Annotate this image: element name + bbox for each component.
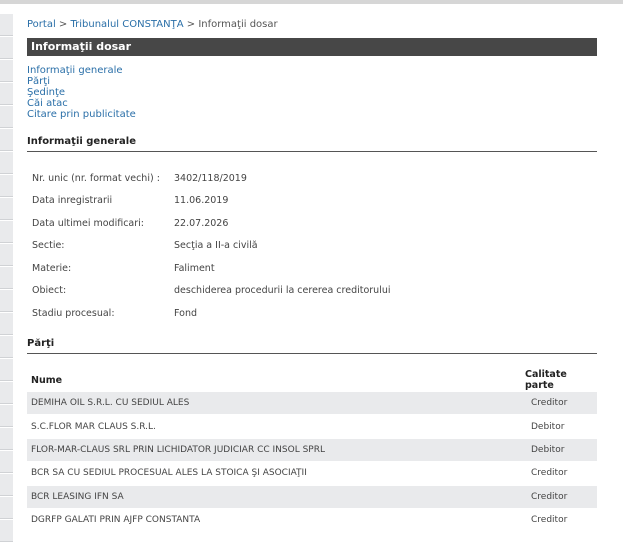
breadcrumb-court-link[interactable]: Tribunalul CONSTANŢA	[71, 19, 184, 30]
nav-link-sedinte[interactable]: Şedinţe	[27, 87, 136, 98]
info-label: Data inregistrarii	[32, 195, 113, 206]
info-value: 3402/118/2019	[174, 173, 247, 184]
breadcrumb-separator: >	[58, 19, 68, 30]
party-name: DGRFP GALATI PRIN AJFP CONSTANTA	[27, 507, 525, 532]
info-value: Secţia a II-a civilă	[174, 240, 258, 251]
table-row: BCR LEASING IFN SA Creditor	[27, 484, 597, 509]
section-nav: Informaţii generale Părţi Şedinţe Căi at…	[27, 65, 136, 120]
party-name: S.C.FLOR MAR CLAUS S.R.L.	[27, 414, 525, 439]
info-row: Sectie: Secţia a II-a civilă	[32, 240, 258, 251]
info-row: Materie: Faliment	[32, 263, 215, 274]
breadcrumb: Portal > Tribunalul CONSTANŢA > Informaţ…	[27, 19, 278, 30]
party-role: Creditor	[525, 507, 597, 532]
nav-link-informatii-generale[interactable]: Informaţii generale	[27, 65, 136, 76]
table-row: DGRFP GALATI PRIN AJFP CONSTANTA Credito…	[27, 507, 597, 532]
info-row: Obiect: deschiderea procedurii la cererea…	[32, 285, 391, 296]
page-title: Informaţii dosar	[31, 40, 132, 53]
info-value: 22.07.2026	[174, 218, 229, 229]
party-role: Creditor	[525, 484, 597, 509]
page-title-bar: Informaţii dosar	[27, 38, 597, 56]
breadcrumb-portal-link[interactable]: Portal	[27, 19, 56, 30]
info-row: Nr. unic (nr. format vechi) : 3402/118/20…	[32, 173, 247, 184]
column-header-nume: Nume	[31, 374, 63, 386]
table-row: FLOR-MAR-CLAUS SRL PRIN LICHIDATOR JUDIC…	[27, 437, 597, 462]
breadcrumb-separator: >	[186, 19, 196, 30]
party-role: Creditor	[525, 461, 597, 486]
party-role: Creditor	[525, 390, 597, 415]
table-row: S.C.FLOR MAR CLAUS S.R.L. Debitor	[27, 414, 597, 439]
left-sidebar-strip	[0, 14, 13, 542]
info-row: Data ultimei modificari: 22.07.2026	[32, 218, 228, 229]
table-header-row: Nume Calitate parte	[27, 369, 597, 392]
party-name: FLOR-MAR-CLAUS SRL PRIN LICHIDATOR JUDIC…	[27, 437, 525, 462]
info-value: deschiderea procedurii la cererea credit…	[174, 285, 391, 296]
info-label: Obiect:	[32, 285, 67, 296]
table-row: DEMIHA OIL S.R.L. CU SEDIUL ALES Credito…	[27, 390, 597, 415]
party-role: Debitor	[525, 437, 597, 462]
info-label: Materie:	[32, 263, 72, 274]
nav-link-cai-atac[interactable]: Căi atac	[27, 98, 136, 109]
info-label: Sectie:	[32, 240, 65, 251]
parti-table: Nume Calitate parte DEMIHA OIL S.R.L. CU…	[27, 369, 597, 532]
party-name: BCR LEASING IFN SA	[27, 484, 525, 509]
info-label: Nr. unic (nr. format vechi) :	[32, 173, 160, 184]
top-bar	[0, 0, 623, 4]
info-row: Data inregistrarii 11.06.2019	[32, 195, 228, 206]
party-role: Debitor	[525, 414, 597, 439]
section-heading-informatii-generale: Informaţii generale	[27, 136, 597, 152]
table-row: BCR SA CU SEDIUL PROCESUAL ALES LA STOIC…	[27, 461, 597, 486]
info-value: Fond	[174, 308, 197, 319]
nav-link-parti[interactable]: Părţi	[27, 76, 136, 87]
info-row: Stadiu procesual: Fond	[32, 308, 197, 319]
breadcrumb-current: Informaţii dosar	[198, 19, 278, 30]
party-name: BCR SA CU SEDIUL PROCESUAL ALES LA STOIC…	[27, 461, 525, 486]
party-name: DEMIHA OIL S.R.L. CU SEDIUL ALES	[27, 390, 525, 415]
info-label: Data ultimei modificari:	[32, 218, 144, 229]
column-header-calitate-parte: Calitate parte	[525, 369, 567, 391]
info-value: 11.06.2019	[174, 195, 229, 206]
nav-link-citare-prin-publicitate[interactable]: Citare prin publicitate	[27, 109, 136, 120]
info-value: Faliment	[174, 263, 215, 274]
section-heading-parti: Părţi	[27, 338, 597, 354]
info-label: Stadiu procesual:	[32, 308, 115, 319]
